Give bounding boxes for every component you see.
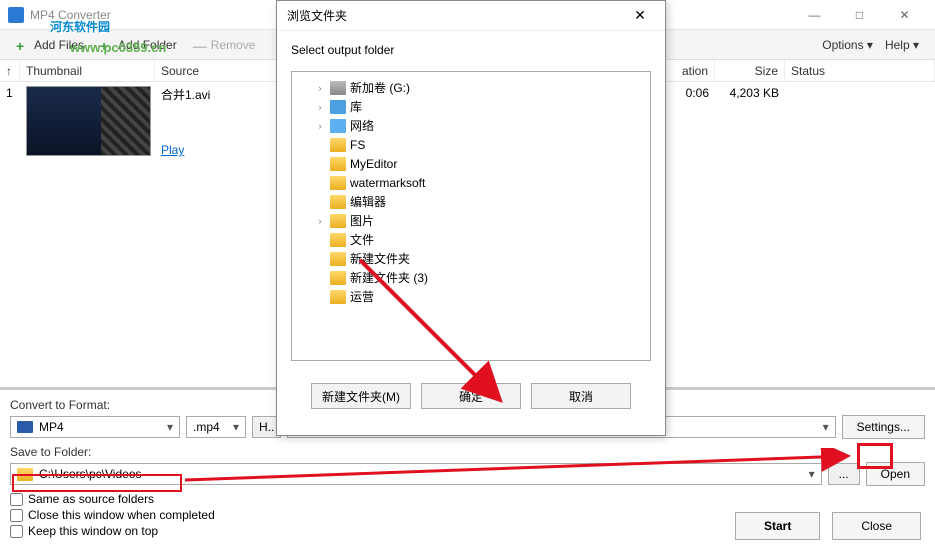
col-size[interactable]: Size — [715, 60, 785, 81]
tree-item[interactable]: 新建文件夹 — [296, 249, 646, 268]
help-menu[interactable]: Help ▾ — [885, 38, 919, 52]
tree-item-label: MyEditor — [350, 157, 397, 171]
row-size: 4,203 KB — [715, 86, 785, 157]
tree-item-label: 网络 — [350, 117, 374, 134]
minimize-button[interactable]: — — [792, 1, 837, 29]
tree-item-label: 库 — [350, 98, 362, 115]
folder-icon — [330, 138, 346, 152]
folder-icon — [330, 271, 346, 285]
folder-icon — [330, 176, 346, 190]
expand-icon[interactable]: › — [314, 83, 326, 93]
tree-item-label: FS — [350, 138, 365, 152]
dialog-title: 浏览文件夹 — [287, 7, 625, 24]
dialog-close-button[interactable]: ✕ — [625, 7, 655, 24]
save-label: Save to Folder: — [10, 445, 925, 459]
new-folder-button[interactable]: 新建文件夹(M) — [311, 383, 411, 409]
video-thumbnail[interactable] — [26, 86, 151, 156]
ok-button[interactable]: 确定 — [421, 383, 521, 409]
options-menu[interactable]: Options ▾ — [822, 38, 873, 52]
save-folder-combo[interactable]: C:\Users\pc\Videos — [10, 463, 822, 485]
folder-tree[interactable]: ›新加卷 (G:)›库›网络FSMyEditorwatermarksoft编辑器… — [291, 71, 651, 361]
keep-on-top-input[interactable] — [10, 525, 23, 538]
app-icon — [8, 7, 24, 23]
add-folder-button[interactable]: + Add Folder — [92, 35, 185, 55]
remove-label: Remove — [211, 38, 256, 52]
open-button[interactable]: Open — [866, 462, 925, 486]
folder-icon — [330, 214, 346, 228]
dialog-titlebar: 浏览文件夹 ✕ — [277, 1, 665, 31]
tree-item[interactable]: › 网络 — [296, 116, 646, 135]
same-as-source-checkbox[interactable]: Same as source folders — [10, 492, 925, 506]
browse-button[interactable]: ... — [828, 463, 860, 485]
tree-item-label: 运营 — [350, 288, 374, 305]
tree-item[interactable]: 编辑器 — [296, 192, 646, 211]
folder-icon — [330, 233, 346, 247]
plus-icon: + — [100, 38, 114, 52]
expand-icon[interactable]: › — [314, 102, 326, 112]
tree-item[interactable]: watermarksoft — [296, 173, 646, 192]
footer-buttons: Start Close — [735, 512, 921, 540]
tree-item[interactable]: ›库 — [296, 97, 646, 116]
add-folder-label: Add Folder — [118, 38, 177, 52]
same-as-source-input[interactable] — [10, 493, 23, 506]
keep-on-top-label: Keep this window on top — [28, 524, 158, 538]
folder-icon — [330, 290, 346, 304]
tree-item-label: watermarksoft — [350, 176, 425, 190]
add-files-label: Add Files — [34, 38, 84, 52]
tree-item[interactable]: 运营 — [296, 287, 646, 306]
tree-item-label: 编辑器 — [350, 193, 386, 210]
format-select[interactable]: MP4 — [10, 416, 180, 438]
start-button[interactable]: Start — [735, 512, 820, 540]
format-ext: .mp4 — [193, 420, 220, 434]
tree-item[interactable]: FS — [296, 135, 646, 154]
cancel-button[interactable]: 取消 — [531, 383, 631, 409]
close-when-done-input[interactable] — [10, 509, 23, 522]
settings-button[interactable]: Settings... — [842, 415, 925, 439]
net-icon — [330, 119, 346, 133]
close-window-button[interactable]: ✕ — [882, 1, 927, 29]
folder-icon — [330, 195, 346, 209]
browse-folder-dialog: 浏览文件夹 ✕ Select output folder ›新加卷 (G:)›库… — [276, 0, 666, 436]
col-status[interactable]: Status — [785, 60, 935, 81]
col-index[interactable]: ↑ — [0, 60, 20, 81]
close-when-done-label: Close this window when completed — [28, 508, 215, 522]
tree-item[interactable]: 新建文件夹 (3) — [296, 268, 646, 287]
add-files-button[interactable]: + Add Files — [8, 35, 92, 55]
folder-icon — [17, 468, 33, 481]
folder-icon — [330, 157, 346, 171]
tree-item[interactable]: 文件 — [296, 230, 646, 249]
tree-item-label: 新建文件夹 — [350, 250, 410, 267]
tree-item[interactable]: › 图片 — [296, 211, 646, 230]
tree-item-label: 图片 — [350, 212, 374, 229]
dialog-prompt: Select output folder — [291, 43, 651, 57]
plus-icon: + — [16, 38, 30, 52]
tree-item[interactable]: › 新加卷 (G:) — [296, 78, 646, 97]
save-path: C:\Users\pc\Videos — [39, 467, 142, 481]
drive-icon — [330, 81, 346, 95]
expand-icon[interactable]: › — [314, 216, 326, 226]
minus-icon: — — [193, 38, 207, 52]
tree-item-label: 新加卷 (G:) — [350, 79, 410, 96]
row-index: 1 — [0, 86, 20, 157]
folder-icon — [330, 252, 346, 266]
col-thumbnail[interactable]: Thumbnail — [20, 60, 155, 81]
expand-icon[interactable]: › — [314, 121, 326, 131]
lib-icon — [330, 100, 346, 114]
tree-item-label: 文件 — [350, 231, 374, 248]
tree-item-label: 新建文件夹 (3) — [350, 269, 428, 286]
same-as-source-label: Same as source folders — [28, 492, 154, 506]
tree-item[interactable]: MyEditor — [296, 154, 646, 173]
format-icon — [17, 421, 33, 433]
format-name: MP4 — [39, 420, 64, 434]
maximize-button[interactable]: □ — [837, 1, 882, 29]
close-button[interactable]: Close — [832, 512, 921, 540]
remove-button[interactable]: — Remove — [185, 35, 264, 55]
ext-select[interactable]: .mp4 — [186, 416, 246, 438]
